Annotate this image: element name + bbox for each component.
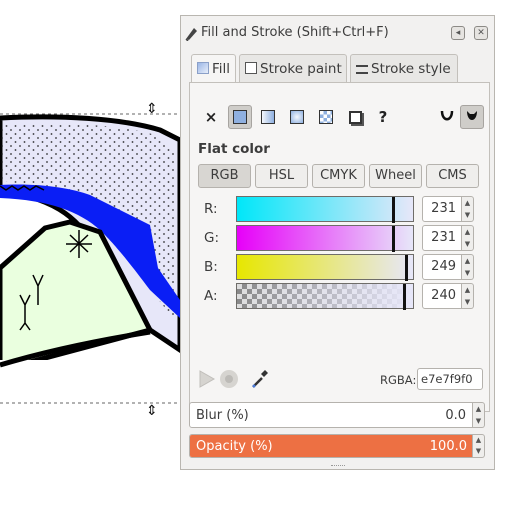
blur-label: Blur (%): [196, 408, 249, 423]
radial-gradient-button[interactable]: [285, 105, 309, 129]
color-tools-row: RGBA: e7e7f9f0: [190, 365, 490, 395]
opacity-value: 100.0: [429, 439, 467, 454]
slider-r[interactable]: [236, 196, 414, 223]
dialog-close-button[interactable]: ✕: [474, 26, 488, 40]
opacity-spin[interactable]: ▲ ▼: [473, 434, 485, 458]
mode-cms-button[interactable]: CMS: [426, 164, 479, 188]
eyedropper-icon[interactable]: [250, 368, 270, 390]
opacity-label: Opacity (%): [196, 439, 273, 454]
unset-paint-button[interactable]: ?: [371, 105, 395, 129]
dialog-menu-button[interactable]: ◂: [451, 26, 465, 40]
tab-stroke-paint[interactable]: Stroke paint: [239, 54, 347, 82]
slider-a[interactable]: [236, 283, 414, 310]
slider-a-marker: [403, 284, 409, 310]
resize-handle-bottom[interactable]: ⇕: [146, 403, 158, 419]
mode-rgb-button[interactable]: RGB: [198, 164, 251, 188]
slider-row-g: G: 231 ▲ ▼: [204, 225, 489, 252]
dialog-titlebar: Fill and Stroke (Shift+Ctrl+F) ◂ ✕: [181, 16, 494, 50]
tab-fill[interactable]: Fill: [191, 54, 236, 83]
spin-b[interactable]: 249: [422, 254, 462, 280]
fill-stroke-tabs: Fill Stroke paint Stroke style: [191, 54, 491, 83]
radial-gradient-icon: [290, 110, 304, 124]
no-paint-button[interactable]: ×: [199, 105, 223, 129]
rgba-label: RGBA:: [380, 373, 417, 387]
tab-stroke-style-label: Stroke style: [371, 61, 451, 77]
slider-row-r: R: 231 ▲ ▼: [204, 196, 489, 223]
spin-b-arrows[interactable]: ▲ ▼: [462, 254, 474, 280]
drawing-canvas[interactable]: ⇕ ⇕: [0, 0, 180, 512]
flat-color-button[interactable]: [228, 105, 252, 129]
slider-r-marker: [392, 197, 398, 223]
stroke-style-icon: [356, 65, 368, 74]
slider-r-label: R:: [204, 201, 218, 217]
swatch-button[interactable]: [343, 105, 367, 129]
slider-g-label: G:: [204, 230, 220, 246]
flat-color-icon: [233, 110, 247, 124]
paint-type-row: × ?: [190, 101, 490, 131]
spin-r-arrows[interactable]: ▲ ▼: [462, 196, 474, 222]
pattern-icon: [319, 110, 333, 124]
tab-stroke-paint-label: Stroke paint: [260, 61, 342, 77]
spin-a-arrows[interactable]: ▲ ▼: [462, 283, 474, 309]
slider-g-marker: [392, 226, 398, 252]
tab-stroke-style[interactable]: Stroke style: [350, 54, 458, 82]
resize-handle-top[interactable]: ⇕: [146, 101, 158, 117]
spin-a[interactable]: 240: [422, 283, 462, 309]
mode-cmyk-button[interactable]: CMYK: [312, 164, 365, 188]
blur-spin[interactable]: ▲ ▼: [473, 402, 485, 428]
spin-g[interactable]: 231: [422, 225, 462, 251]
blur-field[interactable]: Blur (%) 0.0: [189, 402, 473, 428]
rgba-input[interactable]: e7e7f9f0: [417, 368, 483, 390]
mode-hsl-button[interactable]: HSL: [255, 164, 308, 188]
slider-b-label: B:: [204, 259, 218, 275]
blur-value: 0.0: [445, 408, 466, 423]
fill-nonzero-button[interactable]: [460, 105, 484, 129]
slider-g[interactable]: [236, 225, 414, 252]
opacity-field[interactable]: Opacity (%) 100.0: [189, 434, 473, 458]
dock-resize-grip[interactable]: [331, 465, 345, 468]
out-of-gamut-icon[interactable]: [218, 368, 240, 390]
linear-gradient-button[interactable]: [256, 105, 280, 129]
fill-stroke-dialog: Fill and Stroke (Shift+Ctrl+F) ◂ ✕ Fill …: [180, 15, 495, 470]
fill-icon: [197, 62, 209, 74]
mode-wheel-button[interactable]: Wheel: [369, 164, 422, 188]
fill-stroke-icon: [185, 28, 197, 41]
swatch-icon: [348, 110, 362, 124]
fill-panel: × ? Flat color RGB HSL CMYK Wheel CMS R:…: [189, 82, 490, 412]
dialog-title: Fill and Stroke (Shift+Ctrl+F): [201, 25, 389, 40]
stroke-paint-icon: [245, 62, 257, 74]
slider-b[interactable]: [236, 254, 414, 281]
paint-type-label: Flat color: [198, 141, 270, 157]
fill-evenodd-button[interactable]: [435, 105, 459, 129]
tab-fill-label: Fill: [212, 61, 231, 77]
slider-b-marker: [405, 255, 411, 281]
slider-row-a: A: 240 ▲ ▼: [204, 283, 489, 310]
spin-r[interactable]: 231: [422, 196, 462, 222]
linear-gradient-icon: [261, 110, 275, 124]
spin-g-arrows[interactable]: ▲ ▼: [462, 225, 474, 251]
fill-nonzero-icon: [467, 111, 477, 120]
color-managed-icon[interactable]: [197, 368, 217, 390]
fill-evenodd-icon: [440, 110, 454, 121]
slider-row-b: B: 249 ▲ ▼: [204, 254, 489, 281]
pattern-button[interactable]: [314, 105, 338, 129]
slider-a-label: A:: [204, 288, 218, 304]
